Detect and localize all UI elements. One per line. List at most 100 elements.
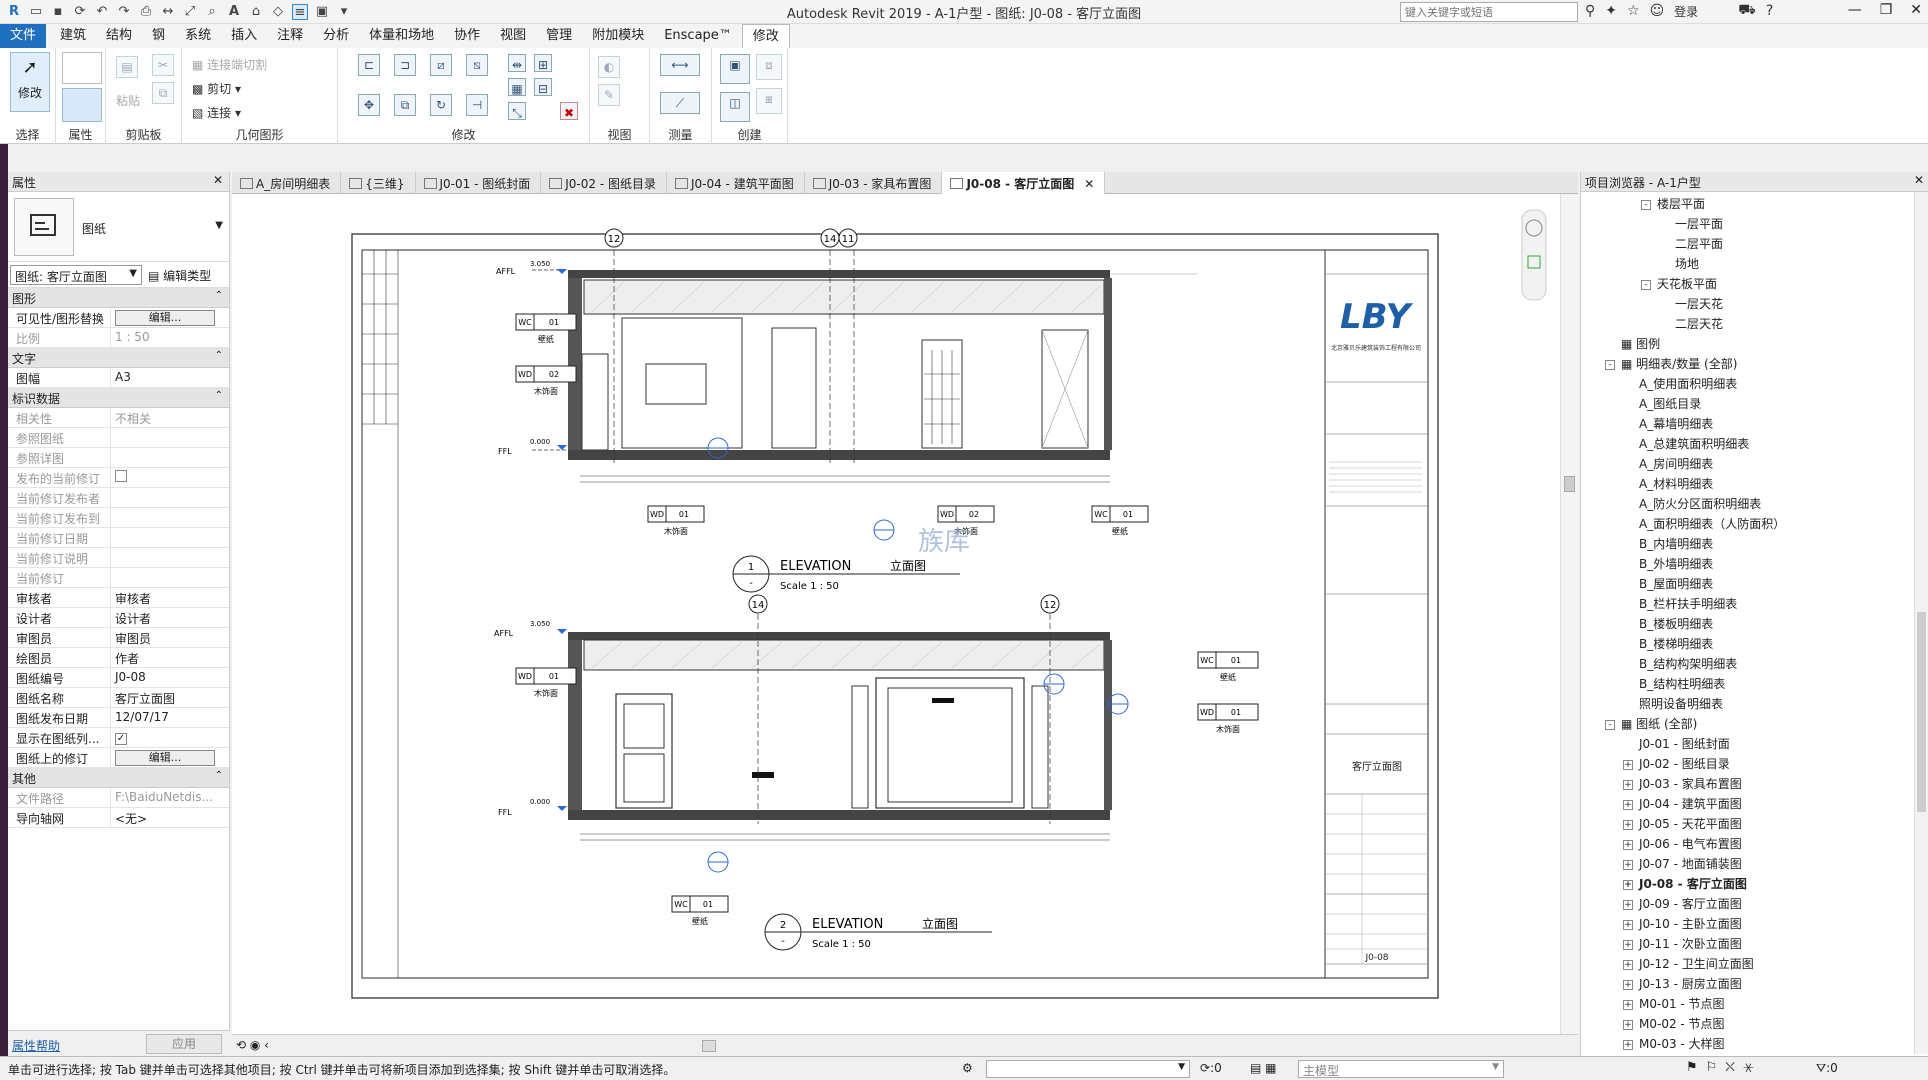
cut-icon[interactable]: ✂ (152, 54, 174, 76)
property-value[interactable]: 审图员 (111, 628, 229, 647)
pin-icon[interactable]: ⊞ (534, 54, 552, 72)
view-tab[interactable]: J0-04 - 建筑平面图 (667, 172, 805, 194)
scroll-thumb[interactable] (702, 1040, 716, 1052)
collapse-icon[interactable]: - (1605, 719, 1615, 730)
grid-bubble[interactable]: 12 (604, 228, 624, 248)
property-row[interactable]: 图纸编号 J0-08 (8, 668, 229, 688)
expand-icon[interactable]: + (1623, 979, 1633, 990)
property-row[interactable]: 当前修订说明 (8, 548, 229, 568)
tree-node[interactable]: + J0-02 - 图纸目录 (1623, 754, 1730, 774)
type-properties-button[interactable] (62, 52, 102, 84)
property-row[interactable]: 图纸名称 客厅立面图 (8, 688, 229, 708)
property-value[interactable]: 客厅立面图 (111, 688, 229, 707)
ribbon-tab-11[interactable]: 管理 (536, 24, 582, 48)
tree-node[interactable]: A_使用面积明细表 (1623, 374, 1737, 394)
align-icon[interactable]: ⊏ (358, 54, 380, 76)
ribbon-tab-6[interactable]: 注释 (267, 24, 313, 48)
horizontal-scrollbar[interactable]: ⟲ ◉ ‹ (232, 1034, 1578, 1056)
edit-type-button[interactable]: ▤ 编辑类型 (148, 267, 211, 284)
property-value[interactable]: J0-08 (111, 668, 229, 687)
close-tab-icon[interactable]: ✕ (1084, 177, 1094, 191)
offset-icon[interactable]: ⊐ (394, 54, 416, 76)
tree-node[interactable]: + J0-07 - 地面铺装图 (1623, 854, 1742, 874)
dimension-tool-icon[interactable]: ⟋ (660, 92, 700, 114)
tree-node[interactable]: B_结构构架明细表 (1623, 654, 1737, 674)
edit-button[interactable]: 编辑... (115, 750, 215, 766)
cart-icon[interactable]: ⛟ (1738, 2, 1756, 20)
view-tab[interactable]: A_房间明细表 (232, 172, 342, 194)
search-input[interactable] (1400, 2, 1578, 22)
favorites-icon[interactable]: ☆ (1627, 3, 1640, 19)
expand-icon[interactable]: + (1623, 799, 1633, 810)
instance-select[interactable]: 图纸: 客厅立面图 ▼ (10, 265, 142, 285)
worksets-icon[interactable]: ⚙ (962, 1061, 973, 1075)
collapse-icon[interactable]: - (1641, 279, 1651, 290)
ribbon-tab-9[interactable]: 协作 (444, 24, 490, 48)
cut-geometry-button[interactable]: ▩ 剪切 ▾ (192, 80, 241, 97)
grid-bubble[interactable]: 12 (1040, 594, 1060, 614)
filter-icon[interactable]: ⛛:0 (1816, 1061, 1838, 1076)
property-value[interactable]: 编辑... (111, 748, 229, 767)
tree-node[interactable]: 二层天花 (1659, 314, 1723, 334)
tree-node[interactable]: J0-01 - 图纸封面 (1623, 734, 1730, 754)
property-row[interactable]: 显示在图纸列... ✓ (8, 728, 229, 748)
tree-node[interactable]: B_栏杆扶手明细表 (1623, 594, 1737, 614)
grid-bubble[interactable]: 14 (748, 594, 768, 614)
collapse-icon[interactable]: ⌃ (215, 390, 223, 401)
split-icon[interactable]: ⇹ (508, 54, 526, 72)
apply-button[interactable]: 应用 (146, 1034, 222, 1054)
property-row[interactable]: 参照图纸 (8, 428, 229, 448)
workset-select[interactable]: ▼ (986, 1060, 1190, 1078)
view-tab[interactable]: J0-01 - 图纸封面 (416, 172, 542, 194)
tree-node[interactable]: B_屋面明细表 (1623, 574, 1713, 594)
hide-icon[interactable]: ◐ (598, 56, 620, 78)
property-section[interactable]: 图形 ⌃ (8, 288, 229, 308)
property-row[interactable]: 发布的当前修订 (8, 468, 229, 488)
expand-icon[interactable]: + (1623, 959, 1633, 970)
tree-node[interactable]: A_图纸目录 (1623, 394, 1701, 414)
ribbon-tab-3[interactable]: 钢 (142, 24, 175, 48)
tree-node[interactable]: B_内墙明细表 (1623, 534, 1713, 554)
grid-bubble[interactable]: 11 (838, 228, 858, 248)
user-icon[interactable]: ☺ (1650, 3, 1665, 19)
tree-node[interactable]: B_外墙明细表 (1623, 554, 1713, 574)
close-icon[interactable]: ✕ (1914, 173, 1924, 187)
expand-icon[interactable]: + (1623, 1039, 1633, 1050)
property-row[interactable]: 比例 1 : 50 (8, 328, 229, 348)
view-tab[interactable]: J0-08 - 客厅立面图 ✕ (942, 172, 1106, 194)
ribbon-tab-10[interactable]: 视图 (490, 24, 536, 48)
ribbon-tab-13[interactable]: Enscape™ (654, 24, 742, 48)
property-section[interactable]: 文字 ⌃ (8, 348, 229, 368)
panel-label-select[interactable]: 选择 (0, 126, 55, 144)
expand-icon[interactable]: + (1623, 779, 1633, 790)
property-row[interactable]: 当前修订日期 (8, 528, 229, 548)
modify-button[interactable]: ➚ 修改 (10, 52, 50, 112)
property-value[interactable]: 审核者 (111, 588, 229, 607)
tree-node[interactable]: B_结构柱明细表 (1623, 674, 1725, 694)
design-options-icon[interactable]: ▤ ▦ (1250, 1061, 1277, 1075)
expand-icon[interactable]: + (1623, 839, 1633, 850)
override-icon[interactable]: ✎ (598, 84, 620, 106)
property-row[interactable]: 图幅 A3 (8, 368, 229, 388)
scale-icon[interactable]: ⤡ (508, 102, 526, 120)
tree-node[interactable]: - ▦ 明细表/数量 (全部) (1605, 354, 1737, 374)
grid-bubble[interactable]: 14 (820, 228, 840, 248)
view-tab[interactable]: {三维} (341, 172, 416, 194)
help-icon[interactable]: ? (1766, 3, 1773, 19)
rotate-icon[interactable]: ↻ (430, 94, 452, 116)
expand-icon[interactable]: + (1623, 879, 1633, 890)
tree-node[interactable]: B_楼板明细表 (1623, 614, 1713, 634)
close-icon[interactable]: ✕ (1910, 2, 1922, 18)
binoculars-icon[interactable]: ⚲ (1585, 3, 1595, 19)
property-row[interactable]: 当前修订 (8, 568, 229, 588)
property-row[interactable]: 导向轴网 <无> (8, 808, 229, 828)
browser-scrollbar[interactable] (1914, 192, 1928, 1054)
tree-node[interactable]: A_总建筑面积明细表 (1623, 434, 1749, 454)
expand-icon[interactable]: + (1623, 939, 1633, 950)
property-section[interactable]: 其他 ⌃ (8, 768, 229, 788)
tree-node[interactable]: 二层平面 (1659, 234, 1723, 254)
tree-node[interactable]: - 天花板平面 (1641, 274, 1717, 294)
restore-icon[interactable]: ❐ (1880, 2, 1893, 18)
property-value[interactable]: <无> (111, 808, 229, 827)
create-similar-icon[interactable]: ⧈ (756, 54, 782, 80)
